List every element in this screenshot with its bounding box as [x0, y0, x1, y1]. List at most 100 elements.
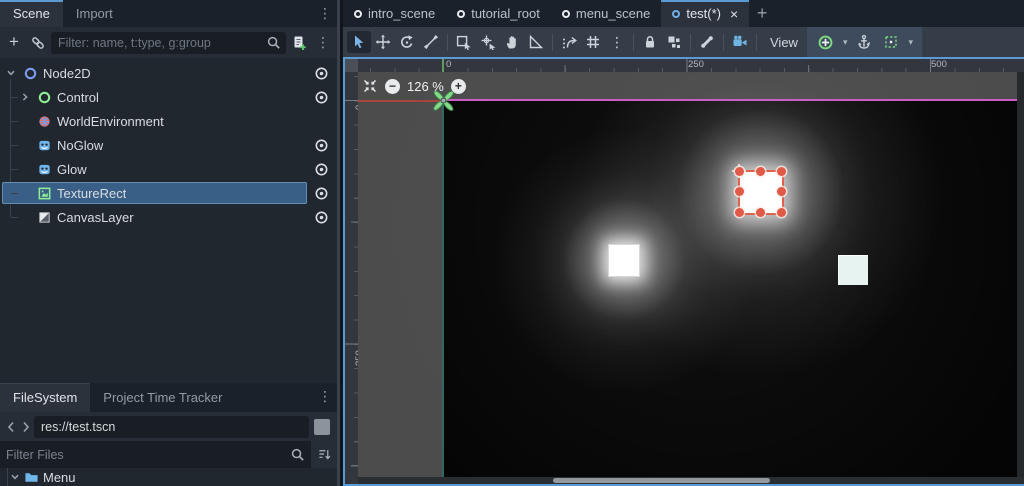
pan-tool[interactable] — [500, 31, 524, 53]
group-button[interactable] — [662, 31, 686, 53]
anchor-mode-button[interactable] — [852, 31, 876, 53]
attach-script-button[interactable] — [288, 32, 310, 54]
selection-handle[interactable] — [755, 166, 765, 176]
noglow-sprite[interactable] — [838, 255, 868, 285]
visibility-toggle[interactable] — [307, 181, 335, 205]
move-tool[interactable] — [371, 31, 395, 53]
grid-snap-toggle[interactable] — [581, 31, 605, 53]
visibility-toggle[interactable] — [307, 85, 335, 109]
add-node-button[interactable]: + — [3, 32, 25, 54]
close-icon[interactable]: × — [730, 6, 738, 22]
file-sort-button[interactable] — [311, 447, 337, 462]
horizontal-ruler[interactable]: 0 250 500 — [358, 59, 1024, 72]
select-tool[interactable] — [347, 31, 371, 53]
tree-item-control[interactable]: Control — [2, 86, 307, 108]
tree-item-worldenvironment[interactable]: WorldEnvironment — [2, 110, 335, 132]
pivot-icon — [480, 34, 496, 50]
tree-item-node2d[interactable]: Node2D — [2, 62, 307, 84]
history-forward-button[interactable] — [19, 416, 32, 438]
tree-item-label: Glow — [57, 161, 87, 177]
lock-button[interactable] — [638, 31, 662, 53]
instance-scene-button[interactable] — [27, 32, 49, 54]
chevron-down-icon[interactable]: ▾ — [906, 37, 915, 48]
history-back-button[interactable] — [4, 416, 17, 438]
vertical-scrollbar[interactable] — [1017, 72, 1024, 477]
dock-tab-scene[interactable]: Scene — [0, 0, 63, 27]
tree-row: Glow — [0, 157, 337, 181]
skeleton-options[interactable] — [695, 31, 719, 53]
rotate-tool[interactable] — [395, 31, 419, 53]
scene-tree: Node2D Control WorldEnvironment NoGlow Glow T… — [0, 58, 337, 383]
file-item-menu[interactable]: Menu — [0, 468, 337, 486]
magnet-icon — [561, 34, 577, 50]
center-view-icon[interactable] — [362, 78, 378, 94]
tree-item-label: CanvasLayer — [57, 209, 134, 225]
horizontal-scrollbar[interactable] — [358, 477, 1024, 484]
chevron-down-icon[interactable]: ▾ — [841, 37, 850, 48]
selection-handle[interactable] — [755, 207, 765, 217]
zoom-in-button[interactable]: + — [450, 78, 466, 94]
eye-icon — [314, 186, 329, 201]
scene-tab-intro-scene[interactable]: intro_scene — [343, 0, 446, 27]
scene-dock-menu-icon[interactable]: ⋮ — [316, 0, 334, 27]
viewport-boundary-line — [443, 99, 1024, 101]
camera-override[interactable] — [728, 31, 752, 53]
toggle-split-mode-button[interactable] — [314, 418, 330, 435]
smart-snap-toggle[interactable] — [557, 31, 581, 53]
expander-down-icon[interactable] — [4, 68, 18, 78]
list-select-tool[interactable] — [452, 31, 476, 53]
filesystem-dock-menu-icon[interactable]: ⋮ — [316, 383, 334, 410]
texture-rect-selected[interactable] — [732, 164, 786, 217]
dock-tab-project-time-tracker[interactable]: Project Time Tracker — [90, 383, 235, 412]
anchor-preset-button[interactable] — [814, 31, 838, 53]
selection-handle[interactable] — [776, 207, 786, 217]
resource-path-box — [34, 415, 309, 438]
container-sizing-button[interactable] — [879, 31, 903, 53]
scene-filter-input[interactable] — [58, 35, 260, 50]
canvas-area[interactable]: − 126 % + — [358, 72, 1024, 484]
ruler-h-label: 250 — [688, 59, 704, 70]
vertical-ruler[interactable]: 0250 — [345, 72, 365, 484]
tree-item-texturerect[interactable]: TextureRect — [2, 182, 307, 204]
selection-handle[interactable] — [734, 187, 744, 196]
horizontal-scrollbar-thumb[interactable] — [553, 478, 770, 483]
tree-item-canvaslayer[interactable]: CanvasLayer — [2, 206, 307, 228]
visibility-toggle[interactable] — [307, 157, 335, 181]
tree-row: CanvasLayer — [0, 205, 337, 229]
dock-tab-filesystem[interactable]: FileSystem — [0, 383, 91, 412]
selection-handle[interactable] — [734, 166, 744, 176]
zoom-out-button[interactable]: − — [385, 78, 400, 94]
group-icon — [666, 34, 682, 50]
file-filter-input[interactable] — [6, 447, 285, 462]
tree-row: Control — [0, 85, 337, 109]
scene-tab-tutorial-root[interactable]: tutorial_root — [446, 0, 551, 27]
tree-item-noglow[interactable]: NoGlow — [2, 134, 307, 156]
scene-tab-test-[interactable]: test(*) × — [661, 0, 750, 27]
visibility-toggle[interactable] — [307, 205, 335, 229]
selection-handle[interactable] — [776, 166, 786, 176]
selection-handle[interactable] — [734, 207, 744, 217]
new-scene-tab-button[interactable]: + — [749, 0, 775, 27]
expander-right-icon[interactable] — [18, 92, 32, 102]
visibility-toggle[interactable] — [307, 61, 335, 85]
visibility-toggle[interactable] — [307, 133, 335, 157]
scene-tree-menu-icon[interactable]: ⋮ — [312, 32, 334, 54]
scale-tool[interactable] — [419, 31, 443, 53]
gizmo-center — [440, 97, 446, 103]
view-menu[interactable]: View — [761, 31, 807, 53]
tree-item-glow[interactable]: Glow — [2, 158, 307, 180]
zoom-percentage[interactable]: 126 % — [407, 79, 444, 94]
ruler-h-label: 0 — [446, 59, 452, 70]
resource-path-input[interactable] — [41, 419, 302, 434]
2d-viewport[interactable]: 0250500 0250 − 126 % + — [343, 57, 1024, 486]
teal-guide-line — [442, 101, 444, 477]
control-snap-group: ▾ ▾ — [806, 27, 923, 57]
snap-options-menu[interactable]: ⋮ — [605, 31, 629, 53]
dock-tab-import[interactable]: Import — [63, 0, 126, 27]
scene-tab-menu-scene[interactable]: menu_scene — [551, 0, 661, 27]
pivot-tool[interactable] — [476, 31, 500, 53]
ruler-tool[interactable] — [524, 31, 548, 53]
glow-sprite[interactable] — [608, 244, 640, 277]
selection-handle[interactable] — [776, 187, 786, 196]
expander-down-icon[interactable] — [10, 472, 20, 482]
